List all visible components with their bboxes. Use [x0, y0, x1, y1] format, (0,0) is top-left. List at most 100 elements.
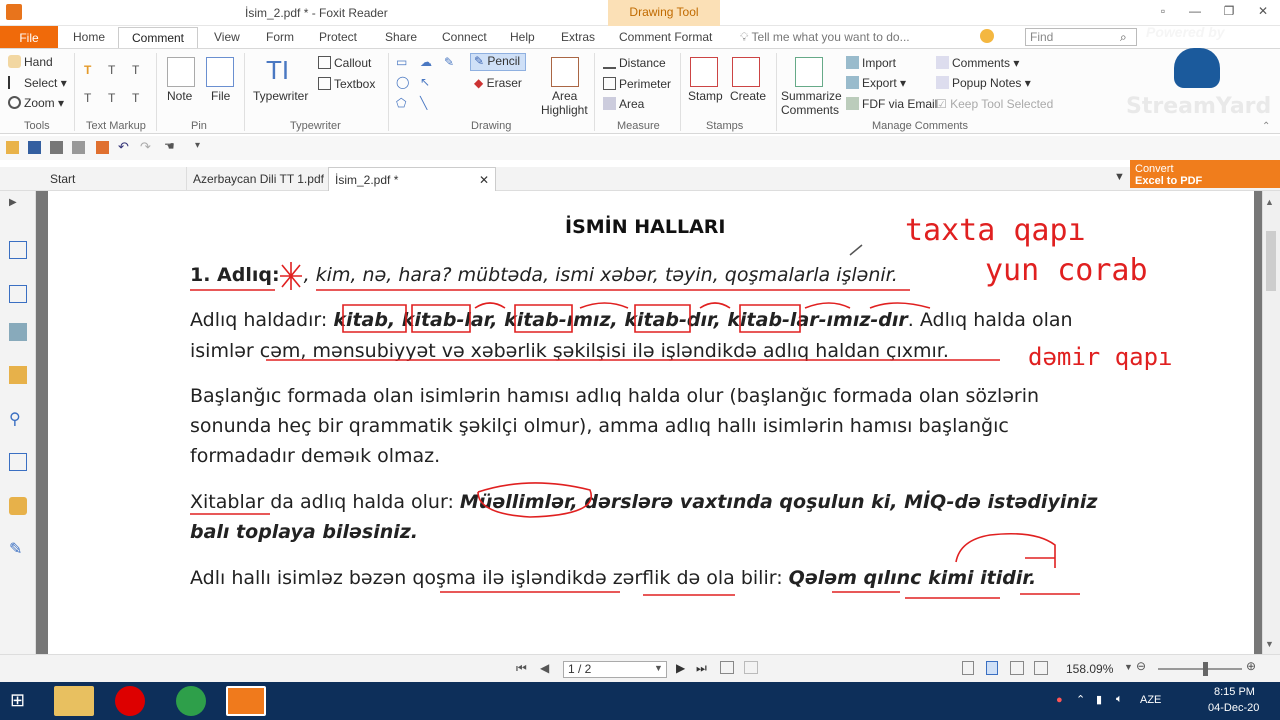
tab-comment-format[interactable]: Comment Format [619, 30, 712, 44]
squiggly-text-icon[interactable]: T [108, 63, 115, 77]
volume-icon[interactable]: 🔈︎ [1116, 693, 1123, 706]
eraser-button[interactable]: ◆ Eraser [474, 76, 522, 90]
scroll-down-icon[interactable]: ▼ [1265, 639, 1274, 649]
next-view-icon[interactable] [744, 661, 758, 674]
expand-panel-icon[interactable]: ▶ [9, 197, 27, 215]
network-icon[interactable]: ▮ [1096, 693, 1102, 706]
tray-app-icon[interactable]: ● [1056, 694, 1063, 706]
bookmark-panel-icon[interactable] [9, 241, 27, 259]
security-lock-icon[interactable] [9, 497, 27, 515]
close-window-button[interactable]: ✕ [1254, 4, 1272, 18]
popup-notes-dropdown[interactable]: Popup Notes ▾ [936, 76, 1031, 90]
summarize-comments-icon[interactable] [795, 57, 823, 87]
clock-date[interactable]: 04-Dec-20 [1208, 702, 1259, 714]
tab-help[interactable]: Help [510, 30, 535, 44]
tab-form[interactable]: Form [266, 30, 294, 44]
tab-share[interactable]: Share [385, 30, 417, 44]
pencil-button[interactable]: ✎ Pencil [470, 53, 526, 71]
opera-browser-icon[interactable] [115, 686, 145, 716]
oval-icon[interactable]: ◯ [396, 75, 409, 89]
cloud-icon[interactable]: ☁ [420, 55, 432, 69]
hand-qat-icon[interactable]: ☚ [164, 139, 177, 153]
zoom-tool-button[interactable]: Zoom ▾ [8, 96, 64, 110]
typewriter-button[interactable]: Typewriter [253, 89, 308, 103]
clock-time[interactable]: 8:15 PM [1214, 686, 1255, 698]
area-highlight-label-1[interactable]: Area [552, 89, 577, 103]
vertical-scrollbar[interactable]: ▲ ▼ [1262, 191, 1280, 654]
language-indicator[interactable]: AZE [1140, 694, 1161, 706]
tab-home[interactable]: Home [73, 30, 105, 44]
undo-icon[interactable]: ↶ [118, 139, 131, 154]
export-button[interactable]: Export ▾ [846, 76, 906, 90]
prev-page-icon[interactable]: ◀ [540, 661, 549, 675]
comments-panel-icon[interactable] [9, 366, 27, 384]
page-number-input[interactable]: 1 / 2 [563, 661, 667, 678]
create-stamp-icon[interactable] [732, 57, 760, 87]
tab-list-dropdown-icon[interactable]: ▼ [1114, 171, 1125, 183]
area-highlight-label-2[interactable]: Highlight [541, 103, 588, 117]
pen-shape-icon[interactable]: ✎ [444, 55, 454, 69]
tab-azerbaycan-dili[interactable]: Azerbaycan Dili TT 1.pdf [186, 167, 326, 191]
stamp-icon[interactable] [690, 57, 718, 87]
single-page-icon[interactable] [962, 661, 974, 675]
import-button[interactable]: Import [846, 56, 896, 70]
search-icon[interactable]: ⌕ [1120, 30, 1127, 45]
page-dropdown-icon[interactable]: ▼ [654, 663, 663, 673]
distance-button[interactable]: Distance [603, 56, 666, 70]
tab-file[interactable]: File [0, 26, 58, 50]
save-icon[interactable] [28, 141, 41, 154]
line-icon[interactable]: ╲ [420, 96, 427, 110]
comments-dropdown[interactable]: Comments ▾ [936, 56, 1019, 70]
highlight-text-icon[interactable]: T [84, 63, 91, 77]
stamp-button[interactable]: Stamp [688, 89, 723, 103]
redo-icon[interactable]: ↷ [140, 139, 153, 154]
strikeout-text-icon[interactable]: T [84, 91, 91, 105]
notification-icon[interactable] [980, 29, 994, 43]
zoom-level[interactable]: 158.09% [1066, 662, 1113, 676]
restore-ribbon-icon[interactable]: ▫ [1154, 4, 1172, 18]
fdf-email-button[interactable]: FDF via Email [846, 97, 937, 111]
collapse-ribbon-icon[interactable]: ⌃ [1262, 121, 1270, 132]
zoom-in-icon[interactable]: ⊕ [1246, 659, 1256, 673]
previous-view-icon[interactable] [720, 661, 734, 674]
callout-button[interactable]: Callout [318, 56, 371, 70]
next-page-icon[interactable]: ▶ [676, 661, 685, 675]
rectangle-icon[interactable]: ▭ [396, 55, 407, 69]
typewriter-icon[interactable]: TI [266, 55, 289, 86]
layers-panel-icon[interactable] [9, 323, 27, 341]
close-tab-icon[interactable]: ✕ [479, 168, 489, 192]
zoom-dropdown-icon[interactable]: ▼ [1124, 662, 1133, 672]
underline-text-icon[interactable]: T [132, 63, 139, 77]
foxit-app-icon[interactable] [6, 4, 22, 20]
last-page-icon[interactable]: ⏭ [696, 661, 707, 676]
summarize-label-1[interactable]: Summarize [781, 89, 842, 103]
email-doc-icon[interactable] [72, 141, 85, 154]
tab-comment[interactable]: Comment [118, 27, 198, 49]
tab-isim-2[interactable]: İsim_2.pdf * ✕ [328, 167, 496, 191]
tab-connect[interactable]: Connect [442, 30, 487, 44]
new-doc-icon[interactable] [96, 141, 109, 154]
facing-page-icon[interactable] [1010, 661, 1024, 675]
zoom-slider-thumb[interactable] [1203, 662, 1208, 676]
tab-view[interactable]: View [214, 30, 240, 44]
signature-panel-icon[interactable] [9, 453, 27, 471]
maximize-button[interactable]: ❐ [1220, 4, 1238, 18]
continuous-page-icon[interactable] [986, 661, 998, 675]
open-folder-icon[interactable] [6, 141, 19, 154]
tab-protect[interactable]: Protect [319, 30, 357, 44]
arrow-icon[interactable]: ↖ [420, 75, 430, 89]
file-attach-icon[interactable] [206, 57, 234, 87]
file-explorer-icon[interactable] [54, 686, 94, 716]
textbox-button[interactable]: Textbox [318, 77, 375, 91]
windows-start-icon[interactable]: ⊞ [10, 690, 34, 712]
attachments-panel-icon[interactable]: ⚲ [9, 409, 27, 428]
replace-text-icon[interactable]: T [108, 91, 115, 105]
note-icon[interactable] [167, 57, 195, 87]
hand-tool-button[interactable]: Hand [8, 55, 53, 69]
area-highlight-icon[interactable] [551, 57, 579, 87]
scroll-thumb[interactable] [1266, 231, 1276, 291]
insert-text-icon[interactable]: T [132, 91, 139, 105]
print-icon[interactable] [50, 141, 63, 154]
pages-panel-icon[interactable] [9, 285, 27, 303]
area-button[interactable]: Area [603, 97, 644, 111]
